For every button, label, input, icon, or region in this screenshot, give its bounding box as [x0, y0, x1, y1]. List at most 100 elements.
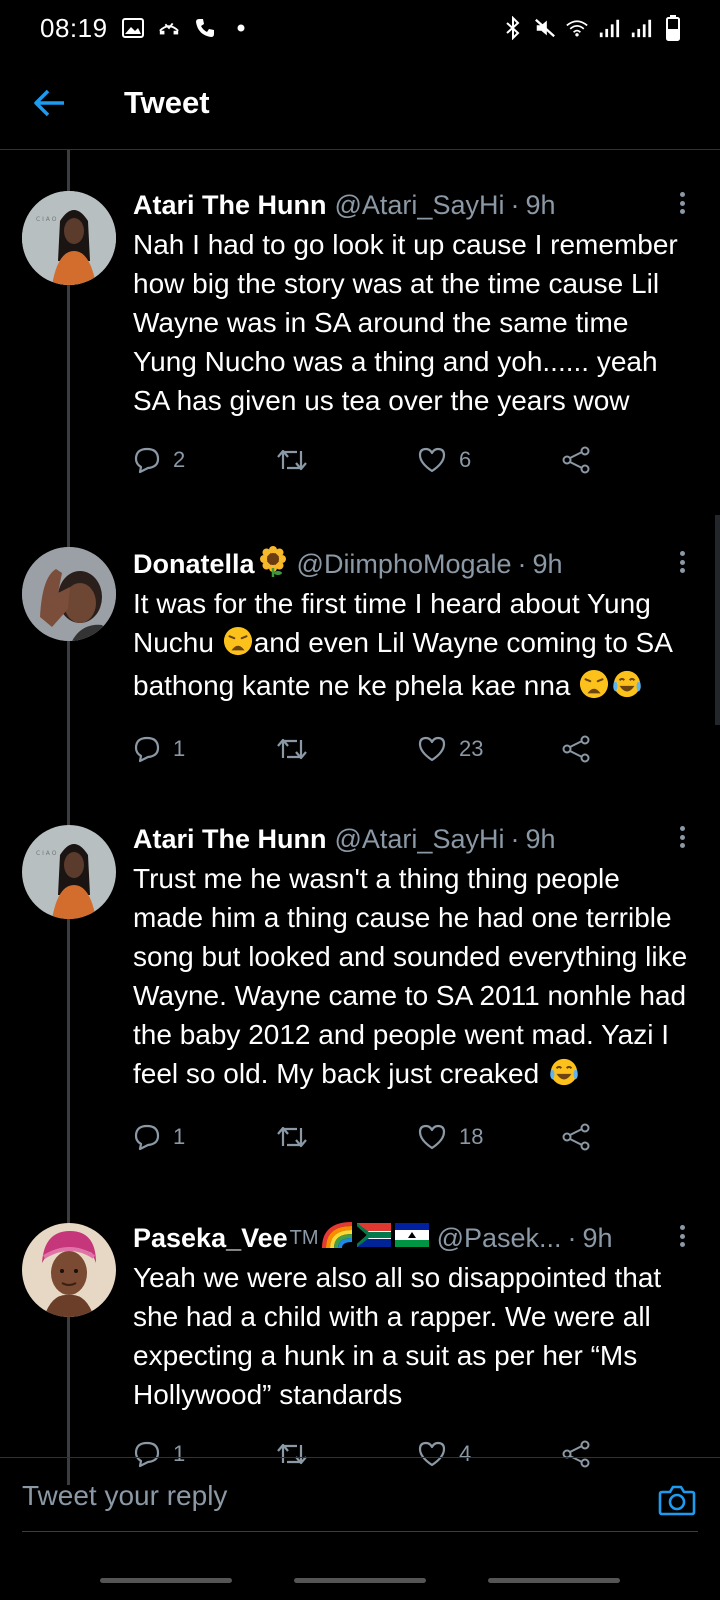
- sunflower-emoji-icon: [257, 545, 289, 584]
- rainbow-emoji-icon: [321, 1220, 355, 1257]
- trademark-suffix: TM: [289, 1226, 319, 1249]
- author-name[interactable]: Atari The Hunn: [133, 824, 327, 855]
- nav-back-handle[interactable]: [488, 1578, 620, 1583]
- tweet-text: Trust me he wasn't a thing thing people …: [133, 859, 690, 1097]
- retweet-button[interactable]: [275, 447, 417, 473]
- scrollbar[interactable]: [715, 515, 720, 725]
- like-button[interactable]: 18: [417, 1123, 561, 1151]
- reply-input[interactable]: Tweet your reply: [22, 1480, 227, 1512]
- reply-button[interactable]: 2: [133, 446, 275, 474]
- separator-dot: ·: [567, 1222, 577, 1253]
- tweet-header: Atari The Hunn @Atari_SayHi · 9h: [133, 187, 690, 223]
- share-icon: [562, 735, 590, 763]
- camera-button[interactable]: [658, 1481, 696, 1519]
- retweet-button[interactable]: [275, 736, 417, 762]
- reply-input-underline: [22, 1531, 698, 1532]
- camera-icon: [658, 1485, 696, 1516]
- svg-text:C I A O: C I A O: [36, 850, 57, 857]
- more-options-button[interactable]: [670, 1222, 694, 1250]
- author-handle[interactable]: @Atari_SayHi: [335, 190, 505, 221]
- author-name[interactable]: Donatella: [133, 549, 255, 580]
- signal-icon-1: [598, 17, 620, 39]
- avatar[interactable]: [22, 1223, 116, 1317]
- separator-dot: ·: [510, 189, 520, 220]
- reply-button[interactable]: 1: [133, 735, 275, 763]
- status-right-icons: [502, 15, 684, 41]
- tweet-header: Paseka_Vee TM @Pasek... · 9h: [133, 1220, 690, 1256]
- tweet-actions: 1 18: [133, 1119, 690, 1155]
- tweet-time: 9h: [525, 189, 556, 220]
- top-app-bar: Tweet: [0, 56, 720, 150]
- nav-home-handle[interactable]: [294, 1578, 426, 1583]
- author-handle[interactable]: @Atari_SayHi: [335, 824, 505, 855]
- battery-icon: [662, 15, 684, 41]
- author-handle[interactable]: @DiimphoMogale: [297, 549, 512, 580]
- gallery-icon: [121, 17, 144, 39]
- status-left-icons: [121, 17, 252, 39]
- status-time: 08:19: [40, 12, 108, 43]
- avatar[interactable]: C I A O: [22, 191, 116, 285]
- tweet-time: 9h: [525, 823, 556, 854]
- bluetooth-icon: [502, 16, 524, 40]
- tweet-item[interactable]: C I A O Atari The Hunn @Atari_SayHi · 9h…: [0, 187, 720, 527]
- separator-dot: ·: [517, 548, 527, 579]
- retweet-icon: [277, 449, 307, 471]
- separator-dot: ·: [510, 823, 520, 854]
- notification-dot-icon: [230, 17, 252, 39]
- tweet-header: Atari The Hunn @Atari_SayHi · 9h: [133, 821, 690, 857]
- svg-text:C I A O: C I A O: [36, 216, 57, 223]
- reply-button[interactable]: 1: [133, 1123, 275, 1151]
- tweet-text-part: Trust me he wasn't a thing thing people …: [133, 863, 688, 1089]
- crying-laughing-emoji-icon: [610, 669, 644, 709]
- tweet-text: Yeah we were also all so disappointed th…: [133, 1262, 662, 1410]
- retweet-icon: [277, 738, 307, 760]
- author-name[interactable]: Paseka_Vee: [133, 1223, 288, 1254]
- nav-recents-handle[interactable]: [100, 1578, 232, 1583]
- back-arrow-icon: [34, 89, 64, 116]
- tweet-body: Atari The Hunn @Atari_SayHi · 9h Nah I h…: [133, 187, 690, 478]
- share-icon: [562, 1123, 590, 1151]
- reply-count: 1: [173, 1124, 186, 1149]
- more-options-button[interactable]: [670, 548, 694, 576]
- phone-icon: [194, 17, 216, 39]
- avatar[interactable]: C I A O: [22, 825, 116, 919]
- tweet-item[interactable]: Paseka_Vee TM @Pasek... · 9h Yeah we wer…: [0, 1220, 720, 1485]
- reply-icon: [134, 736, 160, 763]
- share-button[interactable]: [561, 735, 603, 763]
- mute-icon: [534, 17, 556, 39]
- like-count: 6: [459, 447, 472, 472]
- tweet-item[interactable]: C I A O Atari The Hunn @Atari_SayHi · 9h…: [0, 821, 720, 1201]
- like-button[interactable]: 6: [417, 446, 561, 474]
- more-options-button[interactable]: [670, 189, 694, 217]
- tweet-actions: 1 23: [133, 731, 690, 767]
- reply-composer: Tweet your reply: [0, 1457, 720, 1533]
- like-icon: [418, 447, 446, 473]
- like-button[interactable]: 23: [417, 735, 561, 763]
- wifi-icon: [566, 17, 588, 39]
- reply-icon: [134, 1124, 160, 1151]
- share-button[interactable]: [561, 446, 603, 474]
- missed-call-icon: [158, 17, 180, 39]
- author-name[interactable]: Atari The Hunn: [133, 190, 327, 221]
- weary-face-emoji-icon: [578, 669, 610, 709]
- like-count: 18: [459, 1124, 484, 1149]
- author-handle[interactable]: @Pasek...: [437, 1223, 562, 1254]
- south-africa-flag-icon: [356, 1222, 391, 1254]
- avatar[interactable]: [22, 547, 116, 641]
- tweet-actions: 2 6: [133, 442, 690, 478]
- system-nav-bar: [0, 1578, 720, 1583]
- more-options-button[interactable]: [670, 823, 694, 851]
- tweet-text: It was for the first time I heard about …: [133, 584, 690, 709]
- tweet-body: Paseka_Vee TM @Pasek... · 9h Yeah we wer…: [133, 1220, 690, 1472]
- retweet-icon: [277, 1126, 307, 1148]
- page-title: Tweet: [124, 84, 210, 120]
- status-bar: 08:19: [0, 0, 720, 56]
- like-count: 23: [459, 736, 484, 761]
- tweet-item[interactable]: Donatella @DiimphoMogale · 9h It was for…: [0, 545, 720, 826]
- tweet-header: Donatella @DiimphoMogale · 9h: [133, 545, 690, 584]
- share-button[interactable]: [561, 1123, 603, 1151]
- retweet-button[interactable]: [275, 1124, 417, 1150]
- back-button[interactable]: [20, 73, 80, 133]
- weary-face-emoji-icon: [222, 626, 254, 666]
- tweet-time: 9h: [582, 1222, 613, 1253]
